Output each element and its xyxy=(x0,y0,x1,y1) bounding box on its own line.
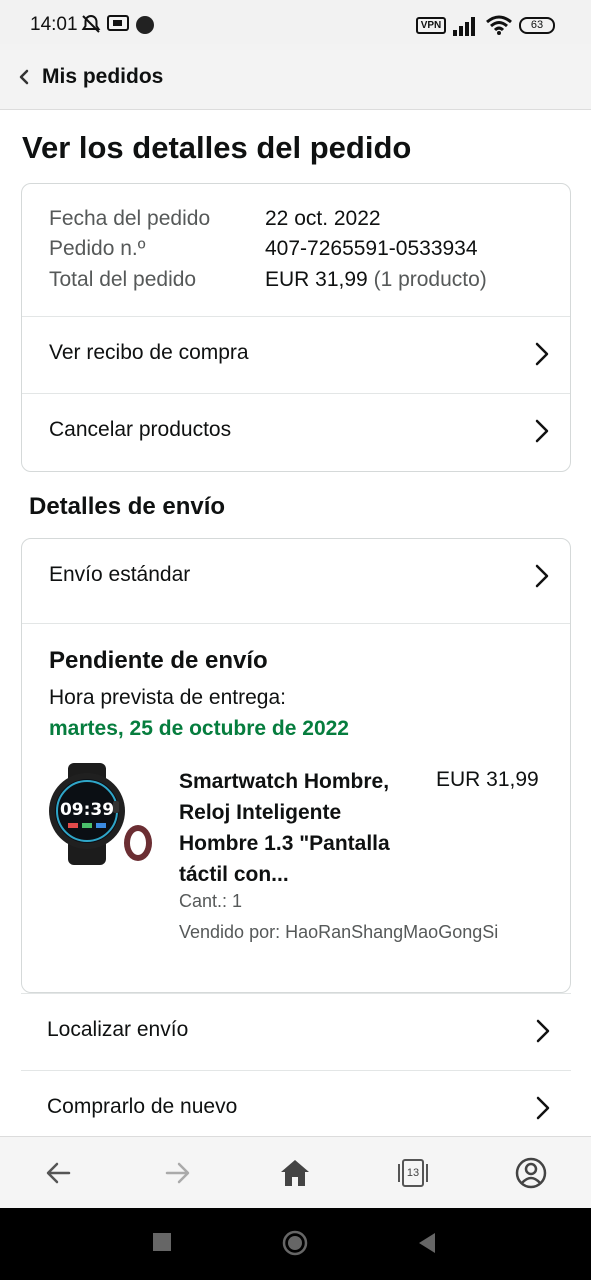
product-quantity: Cant.: 1 xyxy=(179,891,243,911)
product-seller: Vendido por: HaoRanShangMaoGongSi xyxy=(179,922,499,942)
vpn-badge: VPN xyxy=(416,17,446,34)
view-receipt-label: Ver recibo de compra xyxy=(49,341,249,364)
chevron-left-icon xyxy=(19,69,29,85)
home-circle-icon[interactable] xyxy=(282,1230,308,1256)
shipping-card: Envío estándar Pendiente de envío Hora p… xyxy=(21,538,571,993)
cancel-products-label: Cancelar productos xyxy=(49,418,232,441)
tabs-button[interactable]: 13 xyxy=(395,1155,431,1191)
eta-date: martes, 25 de octubre de 2022 xyxy=(49,717,349,740)
wifi-icon xyxy=(486,15,512,35)
order-date-label: Fecha del pedido xyxy=(49,207,211,230)
track-shipment-link[interactable]: Localizar envío xyxy=(21,993,571,1070)
back-link-label: Mis pedidos xyxy=(42,65,164,88)
shipping-method-label: Envío estándar xyxy=(49,563,191,586)
view-receipt-link[interactable]: Ver recibo de compra xyxy=(22,317,570,393)
order-summary-card: Fecha del pedido 22 oct. 2022 Pedido n.º… xyxy=(21,183,571,472)
forward-arrow-icon[interactable] xyxy=(159,1155,195,1191)
tab-count: 13 xyxy=(406,1167,420,1179)
shipping-method-link[interactable]: Envío estándar xyxy=(22,539,570,615)
order-number-value: 407-7265591-0533934 xyxy=(265,237,478,260)
status-bar: 14:01 VPN 63 xyxy=(0,0,591,44)
android-nav-bar xyxy=(0,1208,591,1280)
shipping-section-title: Detalles de envío xyxy=(29,493,226,520)
order-date-value: 22 oct. 2022 xyxy=(265,207,381,230)
order-number-label: Pedido n.º xyxy=(49,237,146,260)
page-title: Ver los detalles del pedido xyxy=(22,130,412,165)
divider xyxy=(22,623,570,624)
back-triangle-icon[interactable] xyxy=(417,1232,437,1254)
battery-icon: 63 xyxy=(519,17,555,34)
shipment-status-title: Pendiente de envío xyxy=(49,647,268,674)
order-total-value: EUR 31,99 (1 producto) xyxy=(265,268,487,292)
signal-icon xyxy=(453,17,475,36)
buy-again-label: Comprarlo de nuevo xyxy=(47,1095,238,1118)
back-to-orders-link[interactable]: Mis pedidos xyxy=(18,60,163,94)
track-shipment-label: Localizar envío xyxy=(47,1018,189,1041)
order-total-label: Total del pedido xyxy=(49,268,197,291)
dot-icon xyxy=(136,16,154,34)
status-time: 14:01 xyxy=(30,14,78,35)
product-image[interactable]: 09:39 xyxy=(46,761,156,871)
account-icon[interactable] xyxy=(513,1155,549,1191)
eta-label: Hora prevista de entrega: xyxy=(49,686,286,709)
notifications-off-icon xyxy=(81,14,101,33)
back-arrow-icon[interactable] xyxy=(41,1155,77,1191)
order-total-amount: EUR 31,99 xyxy=(265,268,368,291)
chevron-right-icon xyxy=(536,1096,550,1120)
watch-face-time: 09:39 xyxy=(60,800,114,820)
chevron-right-icon xyxy=(535,342,549,366)
top-nav: Mis pedidos xyxy=(0,44,591,110)
browser-toolbar: 13 xyxy=(0,1136,591,1208)
cancel-products-link[interactable]: Cancelar productos xyxy=(22,394,570,470)
chevron-right-icon xyxy=(535,419,549,443)
product-price: EUR 31,99 xyxy=(436,768,539,791)
home-icon[interactable] xyxy=(277,1155,313,1191)
product-title-link[interactable]: Smartwatch Hombre, Reloj Inteligente Hom… xyxy=(179,766,419,890)
order-total-count: (1 producto) xyxy=(373,268,487,291)
chevron-right-icon xyxy=(535,564,549,588)
cast-icon xyxy=(107,15,129,31)
recents-square-icon[interactable] xyxy=(152,1232,172,1252)
chevron-right-icon xyxy=(536,1019,550,1043)
